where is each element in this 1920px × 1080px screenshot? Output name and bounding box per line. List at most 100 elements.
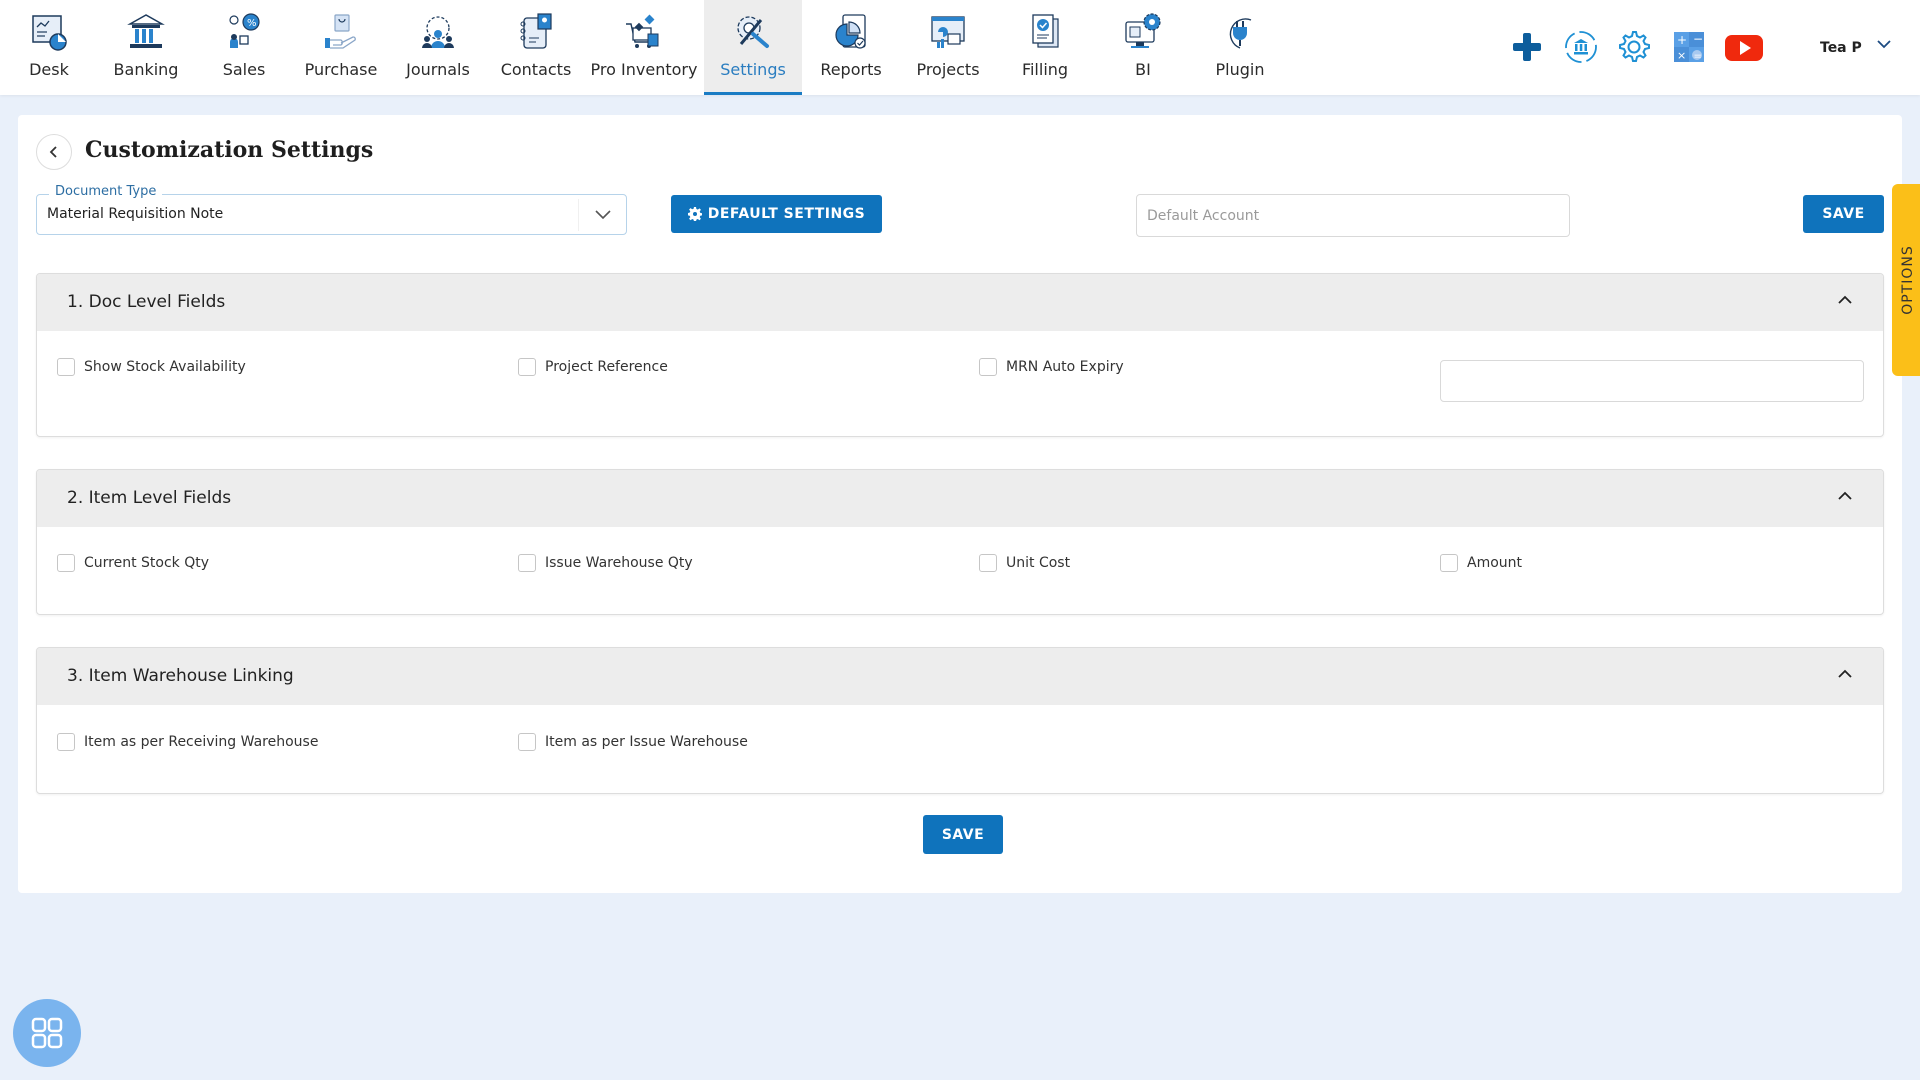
- nav-label: Contacts: [500, 60, 572, 79]
- grid-icon: [31, 1017, 63, 1049]
- checkbox-label: Show Stock Availability: [84, 359, 246, 375]
- nav-label: Plugin: [1215, 60, 1265, 79]
- section-item-level-fields: 2. Item Level Fields Current Stock Qty I…: [36, 469, 1884, 615]
- default-account-input[interactable]: [1136, 194, 1570, 237]
- user-name[interactable]: Tea P: [1820, 40, 1866, 56]
- desk-icon: [32, 15, 67, 51]
- dropdown-toggle[interactable]: [578, 199, 626, 231]
- checkbox-show-stock-availability[interactable]: Show Stock Availability: [57, 358, 246, 376]
- nav-label: Filling: [1021, 60, 1069, 79]
- add-icon[interactable]: [1508, 28, 1546, 66]
- nav-item-journals[interactable]: Journals: [389, 0, 487, 95]
- nav-item-filling[interactable]: Filling: [996, 0, 1094, 95]
- document-type-label: Document Type: [49, 184, 163, 199]
- default-settings-button[interactable]: DEFAULT SETTINGS: [671, 195, 882, 233]
- checkbox[interactable]: [518, 554, 536, 572]
- checkbox-project-reference[interactable]: Project Reference: [518, 358, 668, 376]
- checkbox[interactable]: [57, 358, 75, 376]
- section-title: 3. Item Warehouse Linking: [67, 666, 294, 686]
- nav-label: Journals: [406, 60, 470, 79]
- checkbox-item-receiving-warehouse[interactable]: Item as per Receiving Warehouse: [57, 733, 318, 751]
- nav-label: Purchase: [304, 60, 378, 79]
- checkbox-label: Issue Warehouse Qty: [545, 555, 693, 571]
- section-title: 2. Item Level Fields: [67, 488, 232, 508]
- nav-item-purchase[interactable]: Purchase: [292, 0, 390, 95]
- checkbox[interactable]: [57, 733, 75, 751]
- nav-item-plugin[interactable]: Plugin: [1191, 0, 1289, 95]
- save-button-top[interactable]: SAVE: [1803, 195, 1884, 233]
- checkbox-label: Item as per Issue Warehouse: [545, 734, 748, 750]
- checkbox[interactable]: [57, 554, 75, 572]
- bank-sync-icon[interactable]: [1562, 28, 1600, 66]
- chevron-up-icon[interactable]: [1837, 668, 1853, 680]
- contacts-icon: [520, 13, 552, 49]
- checkbox-item-issue-warehouse[interactable]: Item as per Issue Warehouse: [518, 733, 748, 751]
- nav-item-contacts[interactable]: Contacts: [487, 0, 585, 95]
- youtube-icon[interactable]: [1724, 28, 1764, 66]
- checkbox-unit-cost[interactable]: Unit Cost: [979, 554, 1070, 572]
- bi-icon: [1125, 13, 1161, 48]
- checkbox-amount[interactable]: Amount: [1440, 554, 1522, 572]
- page-title: Customization Settings: [85, 137, 374, 163]
- calculator-icon[interactable]: + − × =: [1670, 28, 1708, 66]
- checkbox-issue-warehouse-qty[interactable]: Issue Warehouse Qty: [518, 554, 693, 572]
- bank-icon: [127, 14, 165, 48]
- plugin-icon: [1229, 18, 1252, 49]
- document-type-select[interactable]: Document Type Material Requisition Note: [36, 184, 627, 235]
- nav-label: Projects: [916, 60, 980, 79]
- nav-item-desk[interactable]: Desk: [0, 0, 98, 95]
- section-header[interactable]: 2. Item Level Fields: [37, 470, 1883, 527]
- nav-item-settings[interactable]: Settings: [704, 0, 802, 95]
- checkbox-current-stock-qty[interactable]: Current Stock Qty: [57, 554, 209, 572]
- sales-icon: %: [229, 13, 260, 48]
- nav-item-pro-inventory[interactable]: Pro Inventory: [584, 0, 704, 95]
- nav-item-sales[interactable]: % Sales: [195, 0, 293, 95]
- checkbox[interactable]: [518, 733, 536, 751]
- svg-text:+: +: [1677, 33, 1687, 47]
- nav-label: Settings: [720, 60, 786, 79]
- nav-label: Sales: [222, 60, 266, 79]
- back-button[interactable]: [36, 134, 72, 170]
- gear-icon[interactable]: [1614, 28, 1652, 66]
- nav-label: Banking: [113, 60, 179, 79]
- section-header[interactable]: 3. Item Warehouse Linking: [37, 648, 1883, 705]
- chevron-down-icon[interactable]: [1876, 38, 1892, 50]
- purchase-icon: [325, 14, 356, 49]
- svg-text:−: −: [1693, 32, 1703, 46]
- apps-menu-button[interactable]: [13, 999, 81, 1067]
- nav-label: Pro Inventory: [590, 60, 698, 79]
- checkbox[interactable]: [979, 358, 997, 376]
- checkbox-label: MRN Auto Expiry: [1006, 359, 1124, 375]
- document-type-value: Material Requisition Note: [47, 206, 224, 222]
- nav-item-reports[interactable]: Reports: [802, 0, 900, 95]
- checkbox-label: Project Reference: [545, 359, 668, 375]
- chevron-up-icon[interactable]: [1837, 294, 1853, 306]
- reports-icon: [835, 14, 866, 49]
- gear-icon: [687, 207, 702, 221]
- svg-text:×: ×: [1677, 49, 1686, 62]
- filling-icon: [1032, 14, 1059, 48]
- checkbox[interactable]: [518, 358, 536, 376]
- chevron-up-icon[interactable]: [1837, 490, 1853, 502]
- checkbox-label: Amount: [1467, 555, 1523, 571]
- checkbox[interactable]: [1440, 554, 1458, 572]
- save-button-bottom[interactable]: SAVE: [923, 815, 1003, 854]
- nav-label: Desk: [29, 60, 69, 79]
- section-header[interactable]: 1. Doc Level Fields: [37, 274, 1883, 331]
- checkbox-label: Current Stock Qty: [84, 555, 210, 571]
- nav-item-bi[interactable]: BI: [1094, 0, 1192, 95]
- nav-label: Reports: [820, 60, 882, 79]
- nav-item-projects[interactable]: Projects: [899, 0, 997, 95]
- nav-item-banking[interactable]: Banking: [97, 0, 195, 95]
- section-title: 1. Doc Level Fields: [67, 292, 226, 312]
- options-tab[interactable]: OPTIONS: [1892, 184, 1920, 376]
- checkbox-label: Unit Cost: [1006, 555, 1071, 571]
- checkbox[interactable]: [979, 554, 997, 572]
- checkbox-mrn-auto-expiry[interactable]: MRN Auto Expiry: [979, 358, 1124, 376]
- projects-icon: [931, 16, 965, 48]
- chevron-down-icon: [594, 210, 611, 220]
- mrn-expiry-input[interactable]: [1440, 360, 1864, 402]
- inventory-icon: [626, 14, 659, 48]
- svg-text:%: %: [247, 18, 257, 29]
- section-item-warehouse-linking: 3. Item Warehouse Linking Item as per Re…: [36, 647, 1884, 794]
